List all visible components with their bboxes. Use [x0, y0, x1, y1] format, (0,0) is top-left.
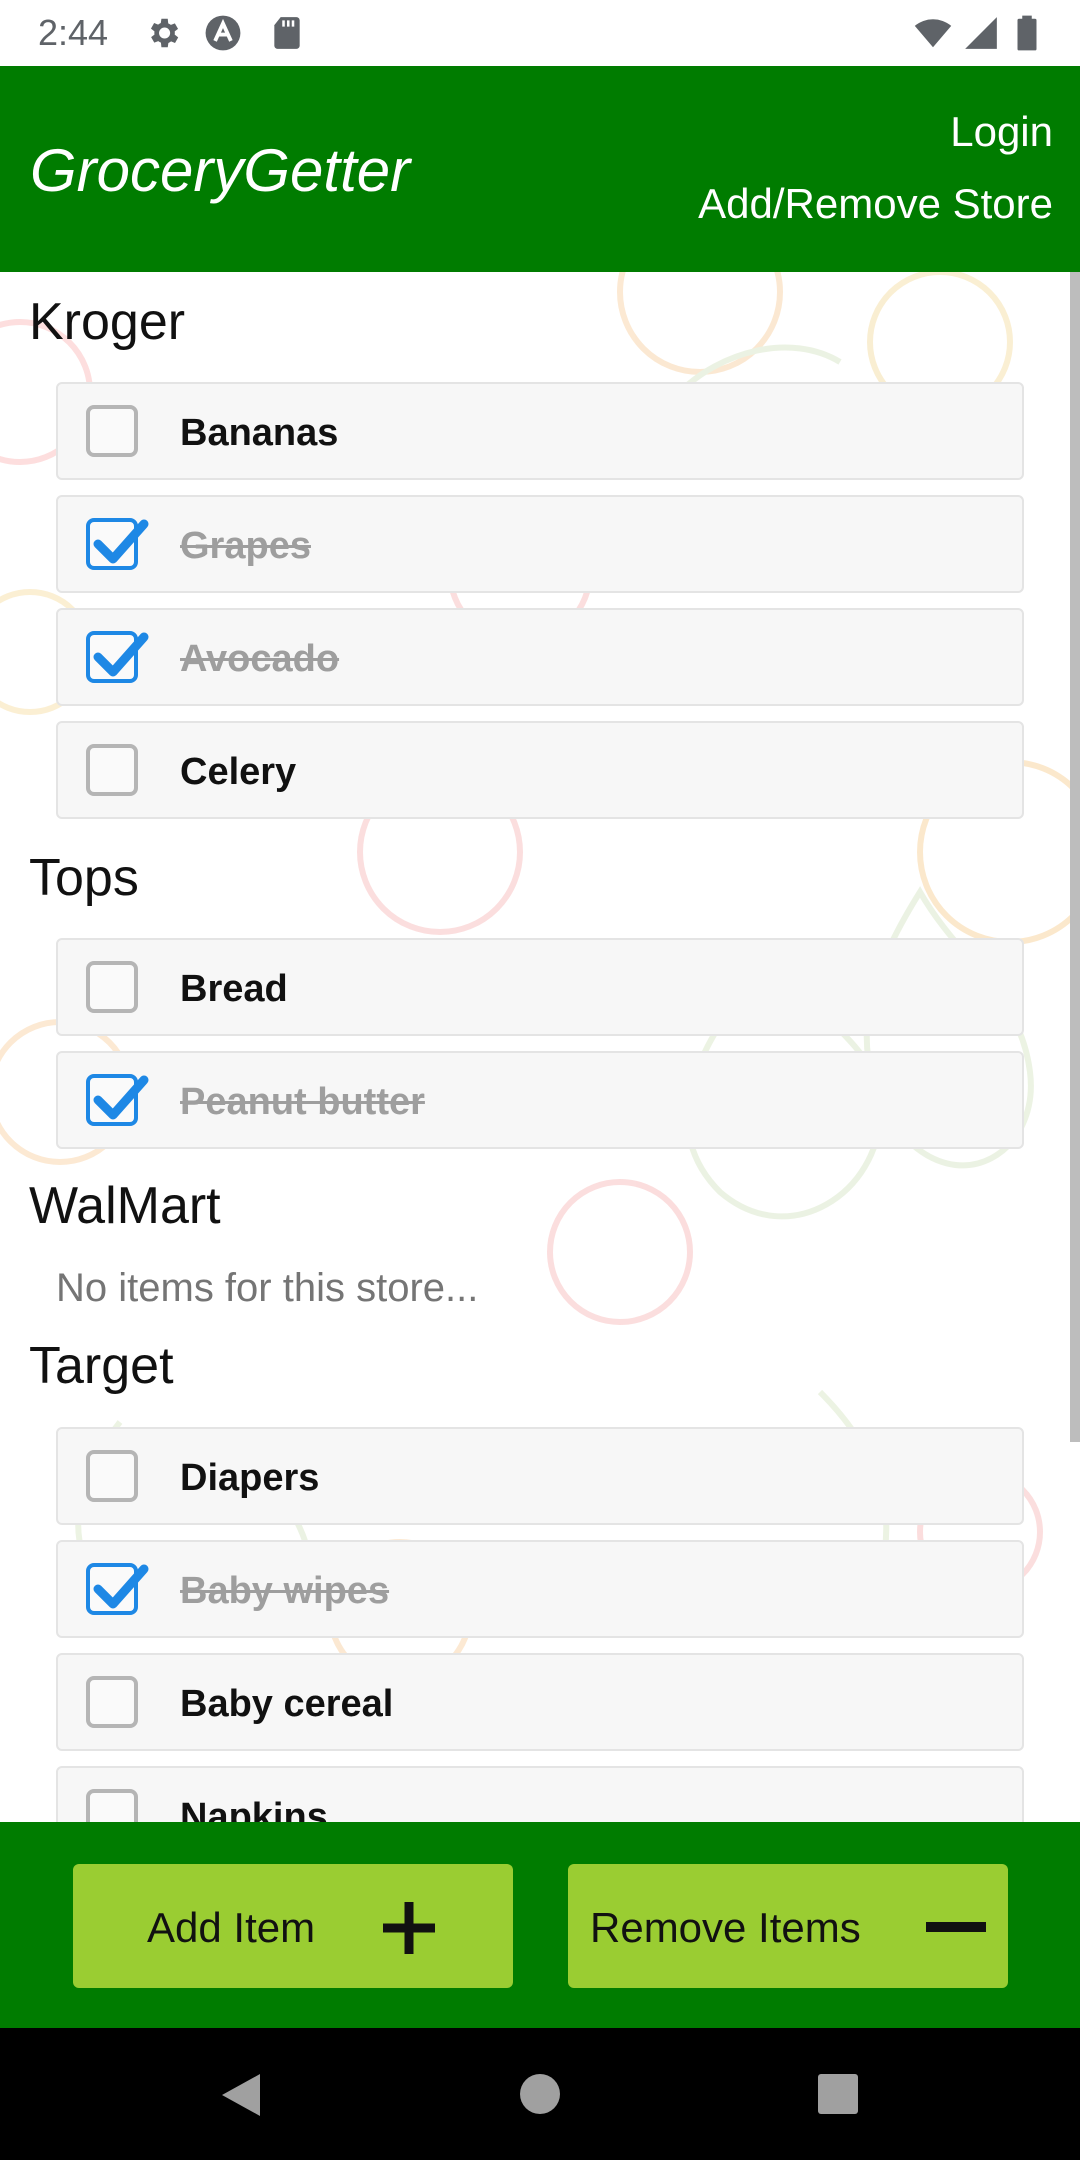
- home-icon[interactable]: [520, 2074, 560, 2114]
- add-item-label: Add Item: [147, 1904, 316, 1951]
- add-remove-store-link[interactable]: Add/Remove Store: [698, 180, 1053, 228]
- checkbox[interactable]: [86, 405, 138, 457]
- vpn-icon: [205, 15, 241, 51]
- list-item[interactable]: Celery: [56, 721, 1024, 819]
- item-label: Peanut butter: [180, 1081, 425, 1123]
- status-bar: 2:44: [0, 0, 1080, 66]
- plus-icon: [383, 1902, 435, 1954]
- list-item[interactable]: Peanut butter: [56, 1051, 1024, 1149]
- checkbox[interactable]: [86, 1450, 138, 1502]
- checkbox-checked[interactable]: [86, 1074, 149, 1126]
- remove-items-label: Remove Items: [590, 1904, 861, 1951]
- checkbox-checked[interactable]: [86, 518, 149, 570]
- list-item[interactable]: Baby cereal: [56, 1653, 1024, 1751]
- back-icon[interactable]: [218, 2072, 264, 2118]
- checkbox[interactable]: [86, 961, 138, 1013]
- store-title: Target: [29, 1337, 174, 1395]
- checkbox-checked[interactable]: [86, 631, 149, 683]
- item-label: Napkins: [180, 1796, 328, 1822]
- store-title: WalMart: [29, 1177, 221, 1235]
- remove-items-button[interactable]: Remove Items: [568, 1864, 1008, 1988]
- status-time: 2:44: [38, 12, 109, 53]
- item-label: Avocado: [180, 638, 340, 680]
- checkbox[interactable]: [86, 1676, 138, 1728]
- item-label: Baby cereal: [180, 1683, 394, 1725]
- checkmark-icon: [93, 1564, 149, 1609]
- list-item[interactable]: Baby wipes: [56, 1540, 1024, 1638]
- checkmark-icon: [93, 519, 149, 564]
- list-item[interactable]: Napkins: [56, 1766, 1024, 1822]
- list-item[interactable]: Bread: [56, 938, 1024, 1036]
- login-link[interactable]: Login: [950, 108, 1053, 156]
- list-item[interactable]: Avocado: [56, 608, 1024, 706]
- checkmark-icon: [93, 1075, 149, 1120]
- grocery-list[interactable]: Kroger Bananas Grapes Avocado Celery Top…: [0, 272, 1080, 1822]
- gear-icon: [150, 18, 179, 48]
- checkbox[interactable]: [86, 744, 138, 796]
- battery-icon: [1017, 15, 1037, 51]
- scrollbar-thumb[interactable]: [1070, 272, 1080, 1442]
- item-label: Bread: [180, 968, 288, 1010]
- scrollbar[interactable]: [1070, 272, 1080, 1822]
- app-header: GroceryGetter Login Add/Remove Store: [0, 66, 1080, 272]
- system-nav-bar: [0, 2028, 1080, 2160]
- minus-icon: [926, 1922, 986, 1932]
- store-title: Tops: [29, 849, 139, 907]
- list-item[interactable]: Bananas: [56, 382, 1024, 480]
- checkbox[interactable]: [86, 1789, 138, 1822]
- wifi-icon: [914, 19, 952, 48]
- recents-icon[interactable]: [818, 2074, 858, 2114]
- item-label: Celery: [180, 751, 297, 793]
- checkbox-checked[interactable]: [86, 1563, 149, 1615]
- checkmark-icon: [93, 632, 149, 677]
- item-label: Diapers: [180, 1457, 320, 1499]
- item-label: Baby wipes: [180, 1570, 390, 1612]
- list-item[interactable]: Grapes: [56, 495, 1024, 593]
- sd-card-icon: [274, 17, 300, 49]
- list-item[interactable]: Diapers: [56, 1427, 1024, 1525]
- item-label: Grapes: [180, 525, 311, 567]
- signal-icon: [965, 17, 997, 49]
- store-title: Kroger: [29, 293, 186, 351]
- bottom-action-bar: Add Item Remove Items: [0, 1822, 1080, 2028]
- empty-store-message: No items for this store...: [56, 1266, 479, 1310]
- item-label: Bananas: [180, 412, 339, 454]
- app-title: GroceryGetter: [30, 137, 411, 204]
- add-item-button[interactable]: Add Item: [73, 1864, 513, 1988]
